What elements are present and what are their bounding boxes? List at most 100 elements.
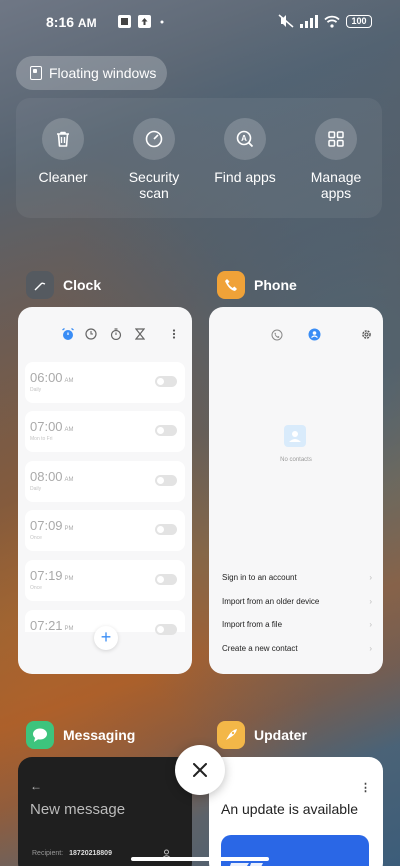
alarm-ampm: AM	[64, 427, 74, 433]
clock-app-card[interactable]: 06:00 AM Daily 07:00 AM Mon to Fri 08:00 AM…	[18, 307, 192, 674]
alarm-row[interactable]: 07:19 PM Once	[25, 560, 185, 601]
alarm-row[interactable]: 07:09 PM Once	[25, 510, 185, 551]
clock-tabs	[18, 327, 192, 343]
cleaner-button[interactable]: Cleaner	[21, 118, 105, 185]
create-contact-option[interactable]: Create a new contact ›	[222, 644, 372, 653]
updater-app-card[interactable]: ⋮ An update is available	[209, 757, 383, 866]
notification-app-icon	[118, 15, 131, 28]
alarm-toggle[interactable]	[155, 475, 177, 486]
add-alarm-button[interactable]: +	[94, 626, 118, 650]
import-older-device-option[interactable]: Import from an older device ›	[222, 597, 372, 606]
empty-contacts-icon	[284, 425, 306, 447]
clock-app-header[interactable]: Clock	[26, 271, 101, 299]
alarm-ampm: AM	[64, 378, 74, 384]
security-scan-icon	[133, 118, 175, 160]
updater-app-header[interactable]: Updater	[217, 721, 307, 749]
alarm-ampm: PM	[64, 576, 74, 582]
status-time: 8:16 AM	[46, 14, 97, 30]
close-icon	[193, 763, 207, 777]
alarm-toggle[interactable]	[155, 376, 177, 387]
alarm-row[interactable]: 06:00 AM Daily	[25, 362, 185, 403]
trash-icon	[42, 118, 84, 160]
alarm-toggle[interactable]	[155, 574, 177, 585]
status-bar: 8:16 AM 100	[0, 0, 400, 44]
option-label: Import from an older device	[222, 597, 320, 606]
alarm-time-value: 07:00	[30, 419, 63, 434]
new-message-title: New message	[30, 801, 126, 818]
mute-vibrate-icon	[278, 14, 294, 28]
alarm-time: 06:00 AM	[30, 370, 74, 385]
option-label: Sign in to an account	[222, 573, 297, 582]
contacts-tab-icon[interactable]	[308, 328, 321, 341]
find-apps-label: Find apps	[214, 169, 276, 185]
manage-apps-label: Manage apps	[310, 169, 362, 201]
alarm-time: 07:00 AM	[30, 419, 74, 434]
svg-text:A: A	[241, 134, 247, 143]
alarm-toggle[interactable]	[155, 524, 177, 535]
more-notifications-dot-icon	[160, 20, 164, 24]
alarm-repeat: Mon to Fri	[30, 436, 53, 442]
quick-actions-panel: Cleaner Security scan A Find apps Manage…	[16, 98, 382, 218]
battery-icon: 100	[346, 14, 372, 28]
alarm-time: 08:00 AM	[30, 469, 74, 484]
stopwatch-tab-icon[interactable]	[110, 328, 122, 340]
alarm-ampm: PM	[64, 526, 74, 532]
update-available-title: An update is available	[221, 801, 358, 817]
alarm-tab-icon[interactable]	[61, 327, 75, 341]
chevron-right-icon: ›	[369, 620, 372, 629]
phone-app-icon	[217, 271, 245, 299]
floating-window-icon	[30, 66, 42, 80]
clock-app-name: Clock	[63, 277, 102, 293]
messaging-app-icon	[26, 721, 54, 749]
alarm-ampm: PM	[64, 626, 74, 632]
alarm-time-value: 06:00	[30, 370, 63, 385]
alarm-repeat: Once	[30, 535, 42, 541]
clock-more-icon[interactable]	[172, 329, 176, 339]
home-gesture-bar[interactable]	[131, 857, 269, 861]
floating-windows-label: Floating windows	[49, 65, 157, 81]
wifi-icon	[324, 15, 340, 28]
messaging-app-header[interactable]: Messaging	[26, 721, 135, 749]
option-label: Import from a file	[222, 620, 283, 629]
close-all-button[interactable]	[175, 745, 225, 795]
signal-icon	[300, 14, 318, 28]
chevron-right-icon: ›	[369, 644, 372, 653]
import-file-option[interactable]: Import from a file ›	[222, 620, 372, 629]
recents-tab-icon[interactable]	[271, 329, 283, 341]
updater-more-icon[interactable]: ⋮	[360, 781, 371, 794]
security-scan-button[interactable]: Security scan	[112, 118, 196, 201]
find-apps-button[interactable]: A Find apps	[203, 118, 287, 185]
miui-logo-graphic	[230, 863, 263, 866]
sign-in-option[interactable]: Sign in to an account ›	[222, 573, 372, 582]
recipient-number: 18720218809	[69, 850, 112, 857]
alarm-time: 07:09 PM	[30, 518, 74, 533]
alarm-row[interactable]: 08:00 AM Daily	[25, 461, 185, 502]
alarm-time: 07:19 PM	[30, 568, 74, 583]
phone-app-card[interactable]: No contacts Sign in to an account › Impor…	[209, 307, 383, 674]
alarm-toggle[interactable]	[155, 425, 177, 436]
phone-app-header[interactable]: Phone	[217, 271, 297, 299]
world-clock-tab-icon[interactable]	[85, 328, 97, 340]
alarm-time-value: 07:19	[30, 568, 63, 583]
alarm-repeat: Daily	[30, 486, 42, 492]
status-right-group: 100	[278, 14, 372, 28]
timer-tab-icon[interactable]	[135, 328, 145, 340]
updater-app-name: Updater	[254, 727, 307, 743]
manage-apps-button[interactable]: Manage apps	[294, 118, 378, 201]
back-arrow-icon[interactable]: ←	[30, 779, 42, 793]
option-label: Create a new contact	[222, 644, 298, 653]
grid-icon	[315, 118, 357, 160]
recipient-label: Recipient:	[32, 850, 64, 857]
messaging-app-card[interactable]: ← New message Recipient: 18720218809	[18, 757, 192, 866]
alarm-time-value: 07:21	[30, 618, 63, 633]
alarm-repeat: Daily	[30, 387, 42, 393]
phone-settings-icon[interactable]	[361, 329, 372, 340]
find-apps-icon: A	[224, 118, 266, 160]
alarm-toggle[interactable]	[155, 624, 177, 635]
no-contacts-label: No contacts	[280, 457, 312, 463]
alarm-row[interactable]: 07:00 AM Mon to Fri	[25, 411, 185, 452]
recipient-row[interactable]: Recipient: 18720218809	[32, 850, 112, 857]
floating-windows-button[interactable]: Floating windows	[16, 56, 167, 90]
alarm-time-value: 07:09	[30, 518, 63, 533]
clock-app-icon	[26, 271, 54, 299]
